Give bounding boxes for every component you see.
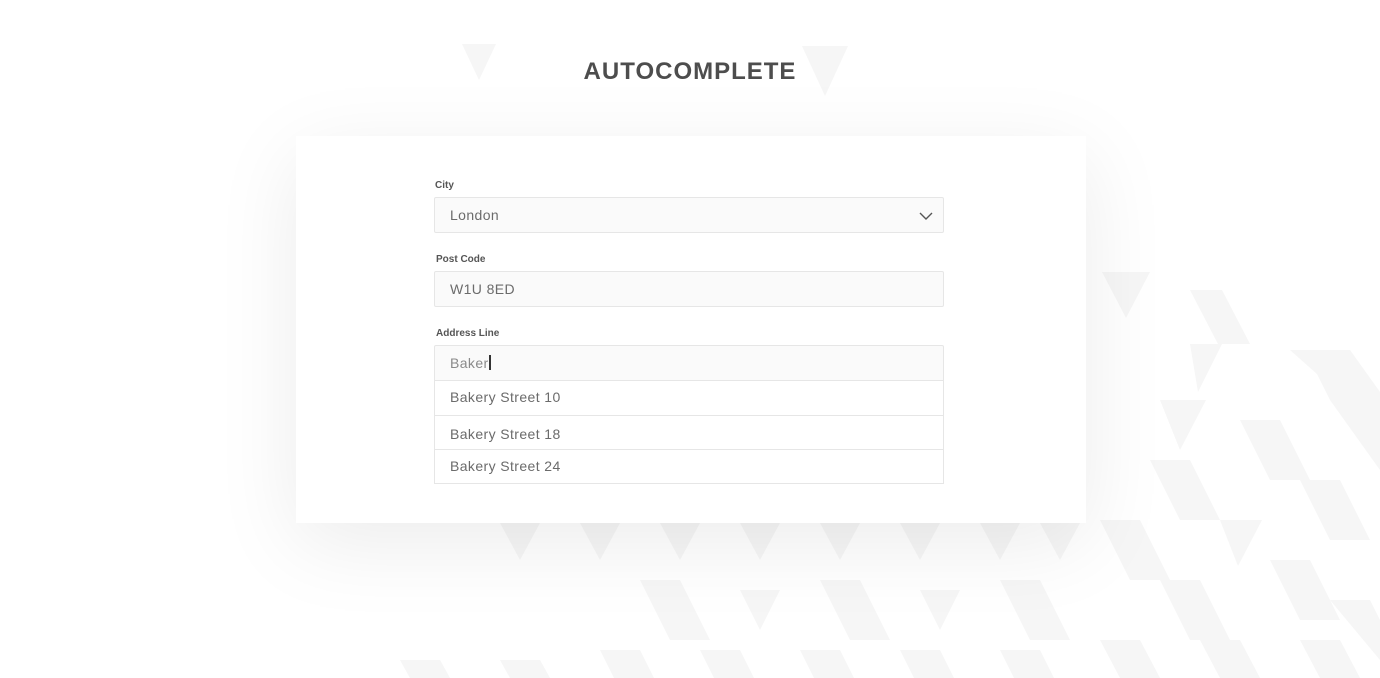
suggestion-item[interactable]: Bakery Street 10 xyxy=(435,381,943,415)
city-value: London xyxy=(450,207,500,223)
suggestion-item[interactable]: Bakery Street 18 xyxy=(435,415,943,449)
city-select[interactable]: London xyxy=(434,197,944,233)
city-label: City xyxy=(435,180,454,191)
post-code-field: Post Code W1U 8ED xyxy=(434,254,944,307)
page-title: AUTOCOMPLETE xyxy=(583,58,797,85)
address-line-value: Baker xyxy=(450,355,489,371)
address-line-field: Address Line Baker Bakery Street 10 Bake… xyxy=(434,328,944,484)
text-cursor xyxy=(488,355,491,370)
post-code-label: Post Code xyxy=(436,254,486,265)
city-field: City London xyxy=(434,180,944,233)
form-card: City London Post Code W1U 8ED Address Li… xyxy=(296,136,1086,523)
suggestion-item[interactable]: Bakery Street 24 xyxy=(435,449,943,483)
post-code-input[interactable]: W1U 8ED xyxy=(434,271,944,307)
chevron-down-icon[interactable] xyxy=(919,209,933,223)
address-line-label: Address Line xyxy=(436,328,500,339)
address-line-text: Baker xyxy=(450,346,491,380)
autocomplete-dropdown: Bakery Street 10 Bakery Street 18 Bakery… xyxy=(434,381,944,484)
post-code-value: W1U 8ED xyxy=(450,281,516,297)
address-line-input[interactable]: Baker xyxy=(434,345,944,381)
